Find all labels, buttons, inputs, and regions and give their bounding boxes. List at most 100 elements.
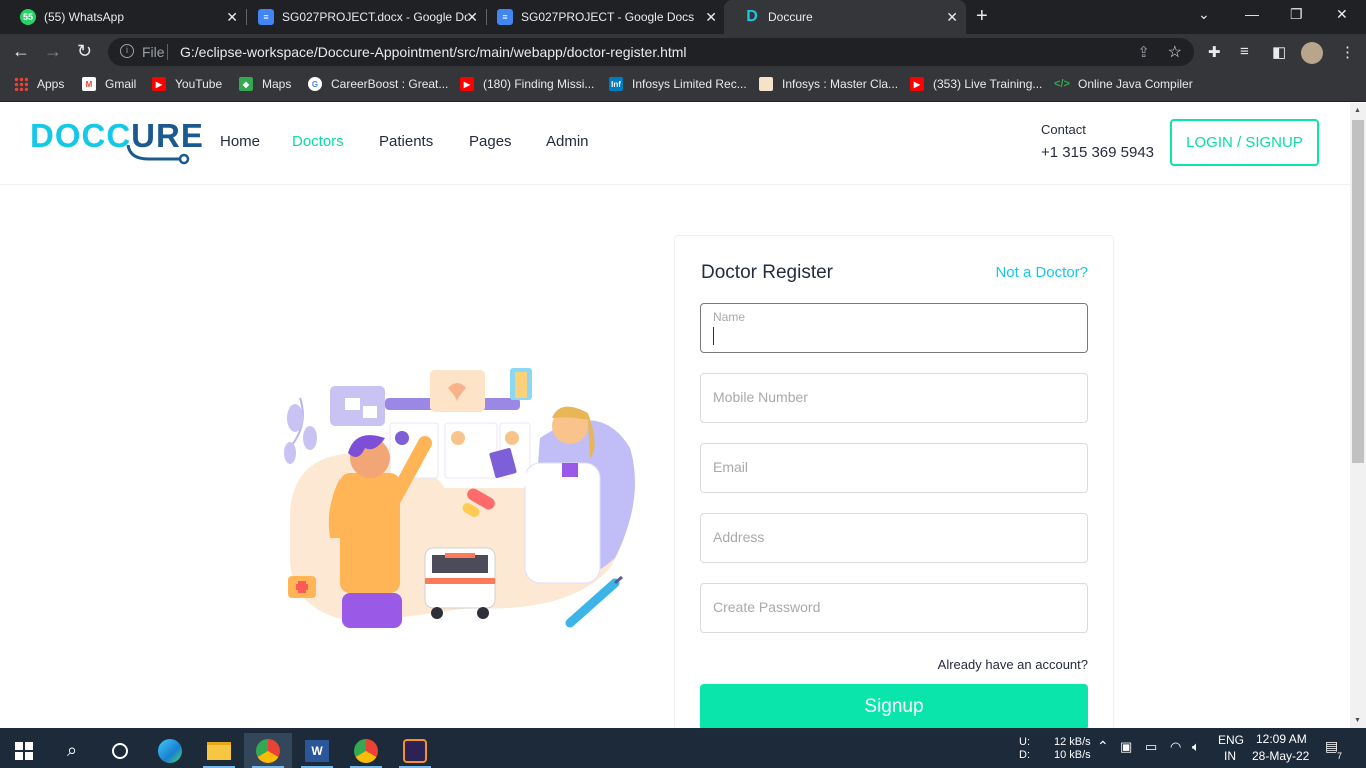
close-window-icon[interactable]: ✕ <box>1336 6 1348 23</box>
bookmark-live-training[interactable]: ▶ (353) Live Training... <box>910 77 1042 91</box>
address-scheme: File <box>142 44 165 60</box>
google-docs-icon: ≡ <box>258 9 274 25</box>
task-view-icon[interactable] <box>96 733 144 768</box>
close-tab-icon[interactable]: ✕ <box>946 9 958 25</box>
battery-icon[interactable]: ▭ <box>1145 740 1157 753</box>
device-icon[interactable]: ▣ <box>1120 740 1132 753</box>
share-icon[interactable]: ⇪ <box>1137 43 1150 61</box>
net-down-speed: 10 kB/s <box>1054 749 1091 761</box>
bookmark-star-icon[interactable]: ☆ <box>1168 42 1182 62</box>
eclipse-ide-icon[interactable] <box>391 733 439 768</box>
bookmark-label: Apps <box>37 77 65 91</box>
page-scrollbar[interactable]: ▲ ▼ <box>1350 103 1366 728</box>
whatsapp-icon: 55 <box>20 9 36 25</box>
minimize-icon[interactable]: — <box>1245 6 1259 22</box>
already-have-account-link[interactable]: Already have an account? <box>938 657 1088 672</box>
net-up-speed: 12 kB/s <box>1054 736 1091 748</box>
name-field[interactable]: Name <box>700 303 1088 353</box>
address-label: Address <box>713 529 765 545</box>
tab-docs[interactable]: ≡ SG027PROJECT - Google Docs ✕ <box>477 0 725 34</box>
back-icon[interactable]: ← <box>12 41 30 62</box>
new-tab-button[interactable]: + <box>976 5 988 28</box>
menu-icon[interactable]: ⋮ <box>1340 43 1355 61</box>
chrome-profile-icon[interactable] <box>342 733 390 768</box>
word-icon[interactable]: W <box>293 733 341 768</box>
clock-date[interactable]: 28-May-22 <box>1252 750 1309 763</box>
volume-icon[interactable]: 🔈︎ <box>1192 740 1200 753</box>
mobile-number-field[interactable]: Mobile Number <box>700 373 1088 423</box>
media-control-icon[interactable]: ≡ <box>1240 43 1249 60</box>
bookmark-maps[interactable]: ◆ Maps <box>239 77 291 91</box>
address-field[interactable]: Address <box>700 513 1088 563</box>
net-up-label: U: <box>1019 736 1030 748</box>
address-url[interactable]: G:/eclipse-workspace/Doccure-Appointment… <box>180 44 687 60</box>
restore-icon[interactable]: ❐ <box>1290 6 1303 23</box>
tab-docx[interactable]: ≡ SG027PROJECT.docx - Google Docs ✕ <box>238 0 486 34</box>
login-signup-button[interactable]: LOGIN / SIGNUP <box>1170 119 1319 166</box>
nav-admin[interactable]: Admin <box>546 133 589 150</box>
gmail-icon: M <box>82 77 96 91</box>
form-title: Doctor Register <box>701 262 833 283</box>
nav-home[interactable]: Home <box>220 133 260 150</box>
net-down-label: D: <box>1019 749 1030 761</box>
nav-patients[interactable]: Patients <box>379 133 433 150</box>
bookmark-youtube[interactable]: ▶ YouTube <box>152 77 222 91</box>
nav-doctors[interactable]: Doctors <box>292 133 344 150</box>
language-line-2[interactable]: IN <box>1224 750 1236 763</box>
clock-time[interactable]: 12:09 AM <box>1256 733 1307 746</box>
close-tab-icon[interactable]: ✕ <box>705 9 717 25</box>
not-a-doctor-link[interactable]: Not a Doctor? <box>995 264 1088 281</box>
wifi-icon[interactable]: ◠ <box>1170 740 1181 753</box>
info-icon[interactable]: i <box>120 44 134 58</box>
scroll-down-icon[interactable]: ▼ <box>1354 717 1361 724</box>
contact-phone: +1 315 369 5943 <box>1041 144 1155 161</box>
infosys-icon: Inf <box>609 77 623 91</box>
bookmark-finding[interactable]: ▶ (180) Finding Missi... <box>460 77 594 91</box>
doccure-icon: D <box>746 8 758 25</box>
scroll-up-icon[interactable]: ▲ <box>1354 107 1361 114</box>
tab-search-icon[interactable]: ⌄ <box>1198 6 1210 23</box>
nav-pages[interactable]: Pages <box>469 133 512 150</box>
contact-label: Contact <box>1041 122 1086 137</box>
bookmark-label: Infosys Limited Rec... <box>632 77 747 91</box>
apps-grid-icon <box>14 77 28 91</box>
signup-button[interactable]: Signup <box>700 684 1088 728</box>
reload-icon[interactable]: ↻ <box>77 41 92 62</box>
tab-title: Doccure <box>768 10 813 24</box>
tab-doccure[interactable]: D Doccure ✕ <box>724 0 966 34</box>
youtube-icon: ▶ <box>460 77 474 91</box>
extensions-icon[interactable]: ✚ <box>1208 43 1221 61</box>
bookmark-infosys-master[interactable]: Infosys : Master Cla... <box>759 77 898 91</box>
bookmark-careerboost[interactable]: G CareerBoost : Great... <box>308 77 448 91</box>
chrome-icon[interactable] <box>244 733 292 768</box>
bookmark-label: (353) Live Training... <box>933 77 1043 91</box>
bookmark-label: Infosys : Master Cla... <box>782 77 899 91</box>
bookmark-infosys[interactable]: Inf Infosys Limited Rec... <box>609 77 747 91</box>
address-bar[interactable]: i File G:/eclipse-workspace/Doccure-Appo… <box>108 38 1194 66</box>
tab-whatsapp[interactable]: 55 (55) WhatsApp ✕ <box>0 0 246 34</box>
scrollbar-thumb[interactable] <box>1352 120 1364 463</box>
tab-title: (55) WhatsApp <box>44 10 125 24</box>
browser-toolbar: ← → ↻ i File G:/eclipse-workspace/Doccur… <box>0 34 1366 70</box>
bookmark-gmail[interactable]: M Gmail <box>82 77 136 91</box>
email-label: Email <box>713 459 749 475</box>
tab-title: SG027PROJECT.docx - Google Docs <box>282 10 468 24</box>
youtube-icon: ▶ <box>152 77 166 91</box>
edge-icon[interactable] <box>146 733 194 768</box>
side-panel-icon[interactable]: ◧ <box>1272 43 1286 61</box>
email-field[interactable]: Email <box>700 443 1088 493</box>
close-tab-icon[interactable]: ✕ <box>226 9 238 25</box>
create-password-field[interactable]: Create Password <box>700 583 1088 633</box>
file-explorer-icon[interactable] <box>195 733 243 768</box>
bookmark-apps[interactable]: Apps <box>14 77 64 91</box>
windows-start-icon[interactable] <box>0 733 48 768</box>
bookmark-label: YouTube <box>175 77 223 91</box>
stethoscope-icon <box>126 144 190 165</box>
name-field-label: Name <box>713 310 746 324</box>
chevron-up-icon[interactable]: ⌃ <box>1097 739 1109 753</box>
bookmark-java-compiler[interactable]: </> Online Java Compiler <box>1054 77 1193 91</box>
profile-avatar[interactable] <box>1301 42 1323 64</box>
forward-icon[interactable]: → <box>44 41 62 62</box>
language-line-1[interactable]: ENG <box>1218 734 1244 747</box>
search-icon[interactable]: ⌕ <box>48 733 96 768</box>
